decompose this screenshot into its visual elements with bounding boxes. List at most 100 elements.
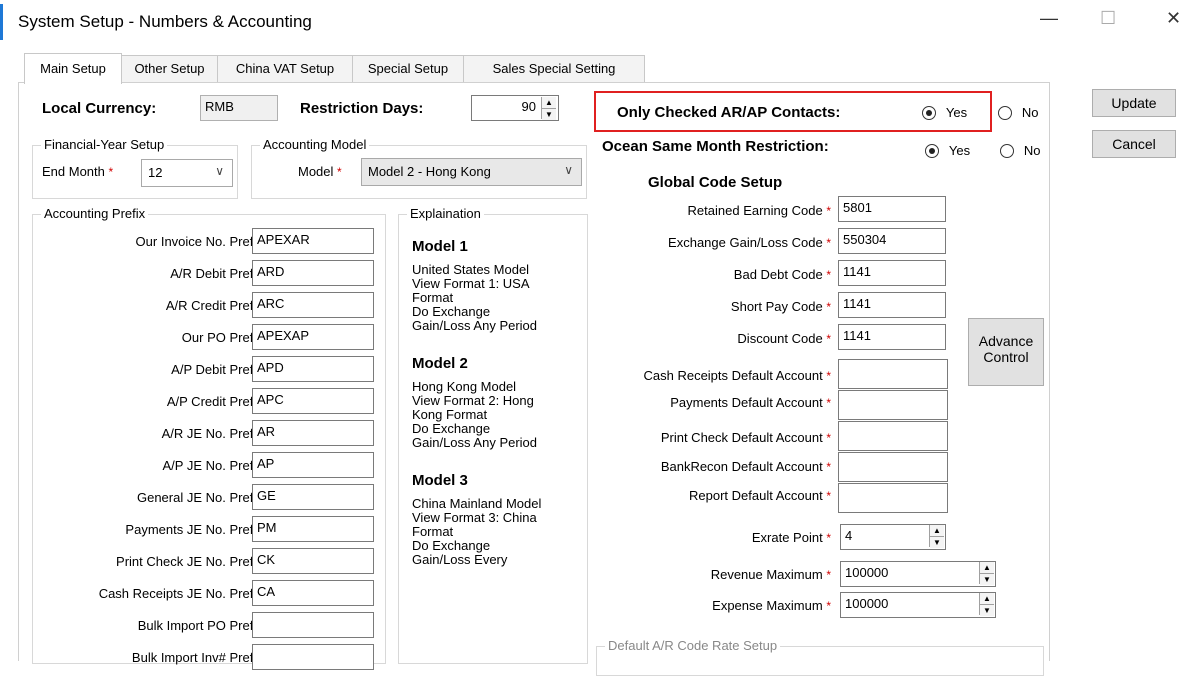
- tab-main-setup[interactable]: Main Setup: [24, 53, 122, 84]
- spin-down-icon[interactable]: ▼: [542, 109, 556, 120]
- required-mark: *: [826, 369, 831, 383]
- bulk-import-inv-prefix-label: Bulk Import Inv# Prefix *: [132, 650, 271, 665]
- tab-other-setup[interactable]: Other Setup: [121, 55, 218, 82]
- expense-maximum-input[interactable]: 100000: [840, 592, 996, 618]
- discount-code-label: Discount Code *: [737, 331, 831, 346]
- spin-down-icon[interactable]: ▼: [980, 605, 994, 616]
- tab-special-setup[interactable]: Special Setup: [352, 55, 464, 82]
- local-currency-field[interactable]: RMB: [200, 95, 278, 121]
- minimize-icon[interactable]: —: [1040, 8, 1058, 29]
- tab-sales-special-setting[interactable]: Sales Special Setting: [463, 55, 645, 82]
- bulk-import-po-prefix-input[interactable]: [252, 612, 374, 638]
- revenue-maximum-stepper[interactable]: ▲ ▼: [979, 562, 994, 585]
- exchange-gain-loss-input[interactable]: 550304: [838, 228, 946, 254]
- code-label-text: Bad Debt Code: [733, 267, 823, 282]
- spin-down-icon[interactable]: ▼: [930, 537, 944, 548]
- required-mark: *: [108, 165, 114, 179]
- revenue-maximum-input[interactable]: 100000: [840, 561, 996, 587]
- model2-line: Do Exchange: [412, 421, 491, 436]
- print-check-account-label: Print Check Default Account *: [661, 430, 831, 445]
- model1-line: Gain/Loss Any Period: [412, 318, 538, 333]
- advance-control-line: Advance: [978, 333, 1034, 349]
- retained-earning-input[interactable]: 5801: [838, 196, 946, 222]
- payments-account-input[interactable]: [838, 390, 948, 420]
- only-checked-label: Only Checked AR/AP Contacts:: [617, 104, 841, 121]
- advance-control-button[interactable]: Advance Control: [968, 318, 1044, 386]
- discount-code-input[interactable]: 1141: [838, 324, 946, 350]
- exrate-point-stepper[interactable]: ▲ ▼: [929, 525, 944, 548]
- ar-debit-prefix-input[interactable]: ARD: [252, 260, 374, 286]
- only-checked-yes-radio[interactable]: Yes: [922, 104, 968, 121]
- model-text: Model: [298, 164, 334, 179]
- prefix-label-text: Payments JE No. Prefix: [125, 522, 263, 537]
- cash-receipts-je-prefix-input[interactable]: CA: [252, 580, 374, 606]
- maximize-icon[interactable]: ☐: [1100, 8, 1116, 29]
- window-accent: [0, 4, 3, 40]
- cash-receipts-account-input[interactable]: [838, 359, 948, 389]
- bad-debt-input[interactable]: 1141: [838, 260, 946, 286]
- short-pay-input[interactable]: 1141: [838, 292, 946, 318]
- explanation-group-label: Explaination: [407, 206, 484, 221]
- spin-up-icon[interactable]: ▲: [980, 562, 994, 574]
- account-label-text: Report Default Account: [689, 488, 823, 503]
- close-icon[interactable]: ✕: [1166, 8, 1181, 29]
- bulk-import-inv-prefix-input[interactable]: [252, 644, 374, 670]
- accounting-model-group-label: Accounting Model: [260, 137, 370, 152]
- ocean-restriction-label: Ocean Same Month Restriction:: [602, 138, 829, 155]
- restriction-days-stepper[interactable]: ▲ ▼: [541, 97, 556, 120]
- radio-empty-icon[interactable]: [998, 106, 1012, 121]
- ar-je-prefix-input[interactable]: AR: [252, 420, 374, 446]
- required-mark: *: [826, 599, 831, 613]
- model1-line: Format: [412, 290, 454, 305]
- model1-line: View Format 1: USA: [412, 276, 530, 291]
- ar-credit-prefix-input[interactable]: ARC: [252, 292, 374, 318]
- report-account-input[interactable]: [838, 483, 948, 513]
- no-label: No: [1021, 105, 1039, 120]
- print-check-account-input[interactable]: [838, 421, 948, 451]
- prefix-label-text: A/R Credit Prefix: [165, 298, 263, 313]
- ap-je-prefix-input[interactable]: AP: [252, 452, 374, 478]
- our-invoice-prefix-input[interactable]: APEXAR: [252, 228, 374, 254]
- required-mark: *: [826, 332, 831, 346]
- our-po-prefix-input[interactable]: APEXAP: [252, 324, 374, 350]
- spin-up-icon[interactable]: ▲: [542, 97, 556, 109]
- model3-line: Format: [412, 524, 454, 539]
- payments-account-label: Payments Default Account *: [670, 395, 831, 410]
- spin-up-icon[interactable]: ▲: [980, 593, 994, 605]
- prefix-label-text: Print Check JE No. Prefix: [116, 554, 263, 569]
- update-button[interactable]: Update: [1092, 89, 1176, 117]
- account-label-text: Payments Default Account: [670, 395, 823, 410]
- code-label-text: Discount Code: [737, 331, 823, 346]
- accounting-prefix-group-label: Accounting Prefix: [41, 206, 149, 221]
- ocean-yes-radio[interactable]: Yes: [925, 142, 970, 159]
- general-je-prefix-input[interactable]: GE: [252, 484, 374, 510]
- chevron-down-icon[interactable]: ∨: [215, 164, 224, 178]
- ocean-no-radio[interactable]: No: [1000, 142, 1041, 159]
- chevron-down-icon[interactable]: ∨: [564, 163, 573, 177]
- cash-receipts-account-label: Cash Receipts Default Account *: [643, 368, 831, 383]
- radio-empty-icon[interactable]: [1000, 144, 1014, 159]
- end-month-select[interactable]: 12 ∨: [141, 159, 233, 187]
- model3-title: Model 3: [412, 472, 468, 489]
- model-select[interactable]: Model 2 - Hong Kong ∨: [361, 158, 582, 186]
- spin-up-icon[interactable]: ▲: [930, 525, 944, 537]
- print-check-je-prefix-input[interactable]: CK: [252, 548, 374, 574]
- payments-je-prefix-input[interactable]: PM: [252, 516, 374, 542]
- cancel-button[interactable]: Cancel: [1092, 130, 1176, 158]
- end-month-text: End Month: [42, 164, 105, 179]
- model2-line: Gain/Loss Any Period: [412, 435, 538, 450]
- model1-line: United States Model: [412, 262, 530, 277]
- bankrecon-account-input[interactable]: [838, 452, 948, 482]
- only-checked-no-radio[interactable]: No: [998, 104, 1039, 121]
- tab-china-vat-setup[interactable]: China VAT Setup: [217, 55, 353, 82]
- expense-maximum-stepper[interactable]: ▲ ▼: [979, 593, 994, 616]
- spin-down-icon[interactable]: ▼: [980, 574, 994, 585]
- ap-credit-prefix-input[interactable]: APC: [252, 388, 374, 414]
- radio-selected-icon[interactable]: [922, 106, 936, 121]
- yes-label: Yes: [945, 105, 968, 120]
- ap-debit-prefix-input[interactable]: APD: [252, 356, 374, 382]
- required-mark: *: [826, 300, 831, 314]
- model3-line: Gain/Loss Every: [412, 552, 508, 567]
- window-title: System Setup - Numbers & Accounting: [18, 12, 312, 31]
- radio-selected-icon[interactable]: [925, 144, 939, 159]
